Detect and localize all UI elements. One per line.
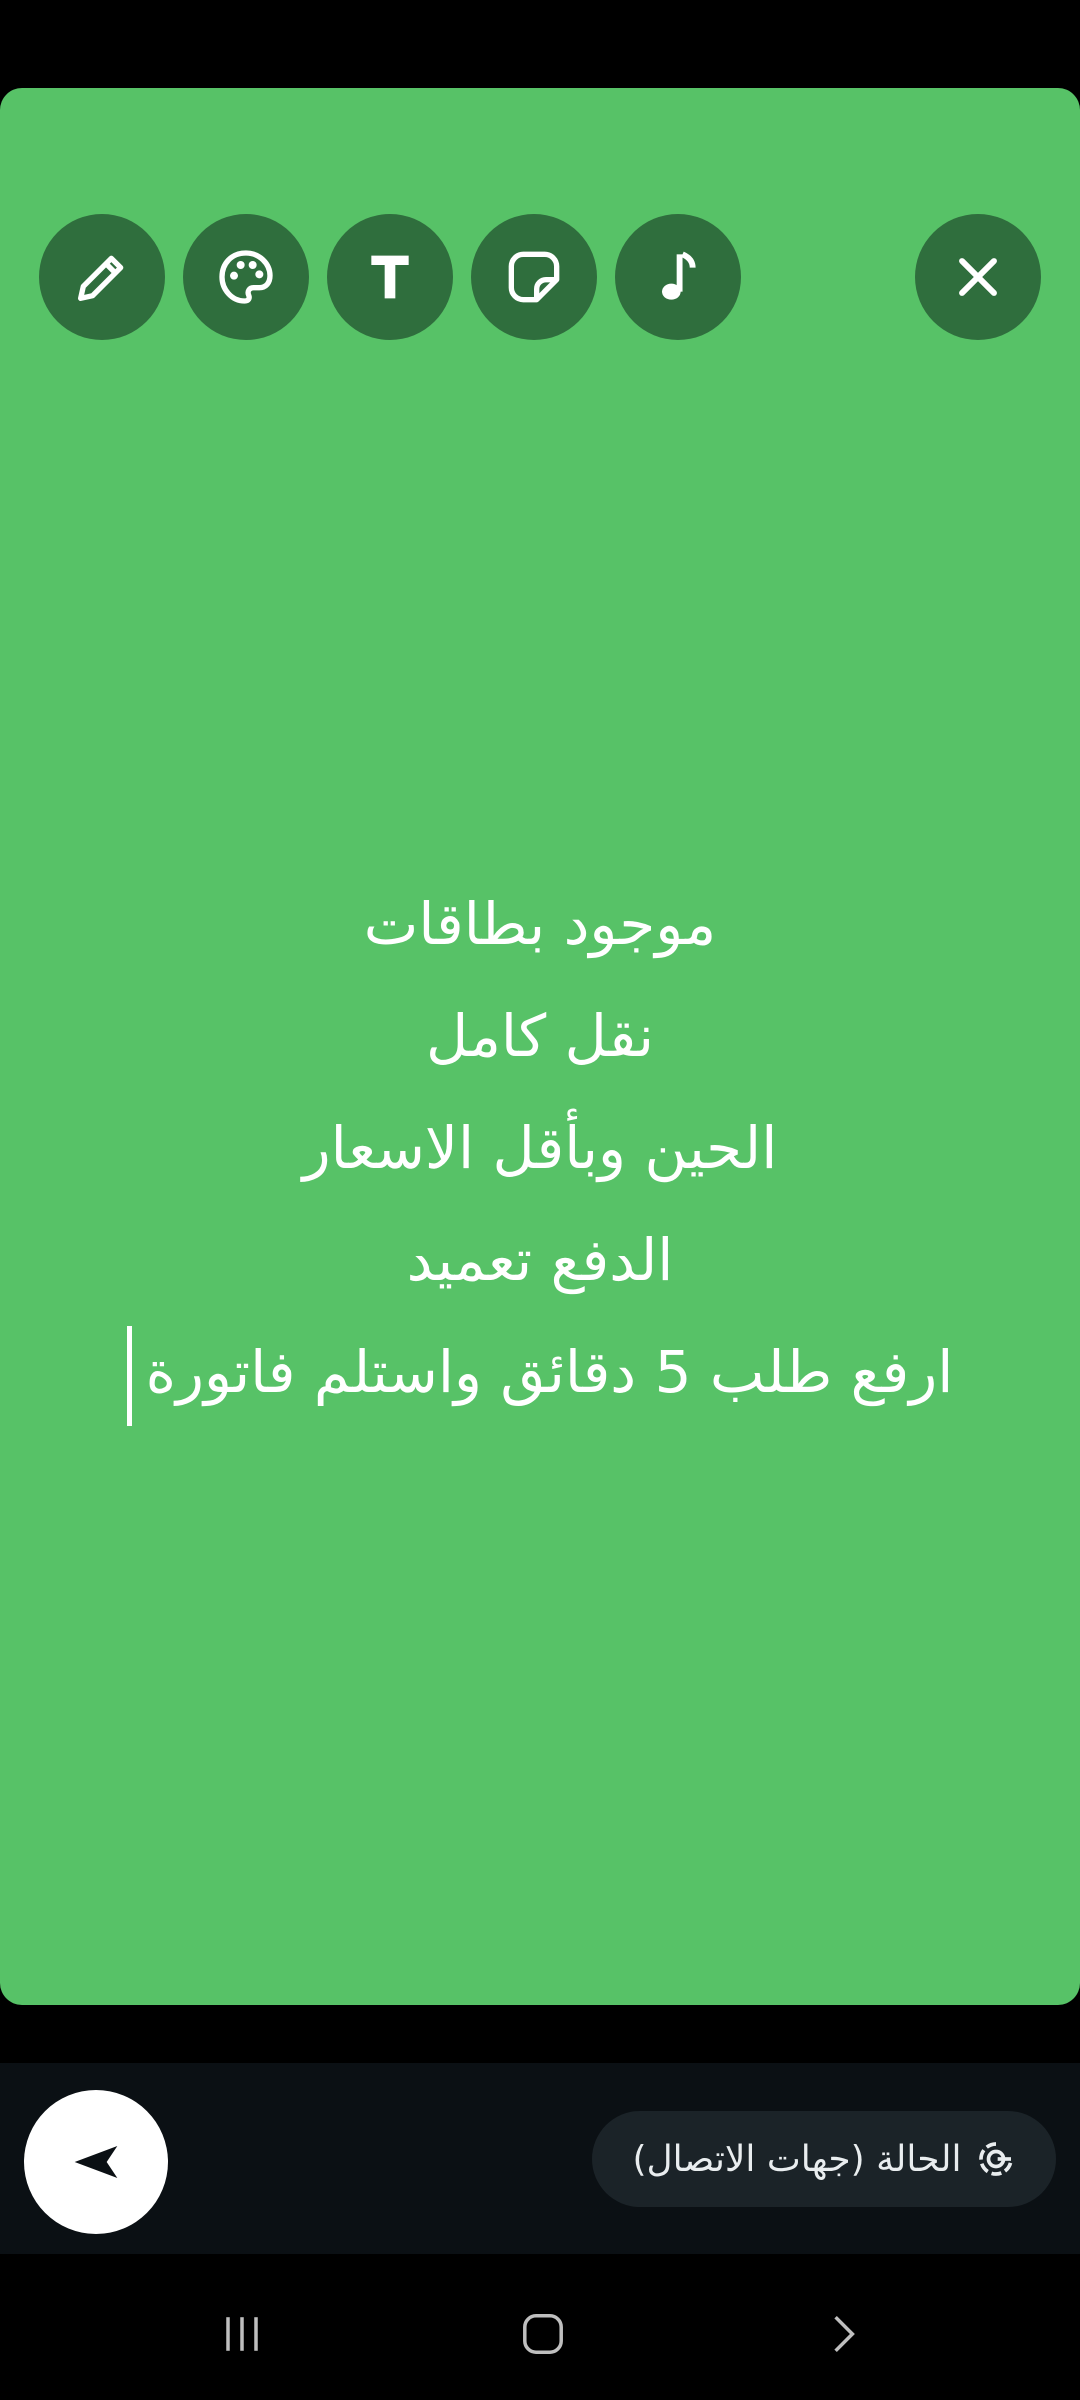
palette-icon [219,250,273,304]
status-line: موجود بطاقات [363,890,717,958]
recents-icon [226,2317,258,2351]
draw-button[interactable] [39,214,165,340]
audience-selector[interactable]: الحالة (جهات الاتصال) [592,2111,1056,2207]
home-icon [523,2314,563,2354]
close-button[interactable] [915,214,1041,340]
sticker-icon [508,251,560,303]
status-line: نقل كامل [425,1002,655,1070]
back-icon [834,2315,855,2353]
text-cursor [126,1325,132,1426]
send-button[interactable] [24,2090,168,2234]
pencil-icon [78,255,124,301]
recents-button[interactable] [202,2294,282,2374]
send-icon [74,2146,118,2178]
color-button[interactable] [183,214,309,340]
home-button[interactable] [503,2294,583,2374]
bottom-bar: الحالة (جهات الاتصال) [0,2063,1080,2254]
text-style-button[interactable] [327,214,453,340]
text-icon [371,255,409,299]
close-icon [959,258,997,296]
status-line: الدفع تعميد [406,1226,674,1294]
status-text-canvas[interactable]: موجود بطاقات نقل كامل الحين وبأقل الاسعا… [0,88,1080,2005]
status-line: الحين وبأقل الاسعار [302,1114,778,1182]
status-ring-icon [978,2142,1013,2176]
system-nav-bar [0,2254,1080,2400]
status-text-input[interactable]: موجود بطاقات نقل كامل الحين وبأقل الاسعا… [70,868,1010,1428]
status-line-last: ارفع طلب 5 دقائق واستلم فاتورة [70,1316,1010,1428]
back-button[interactable] [804,2294,884,2374]
audience-label: الحالة (جهات الاتصال) [632,2138,962,2180]
music-icon [662,251,696,300]
status-line: ارفع طلب 5 دقائق واستلم فاتورة [145,1338,954,1406]
music-button[interactable] [615,214,741,340]
sticker-button[interactable] [471,214,597,340]
